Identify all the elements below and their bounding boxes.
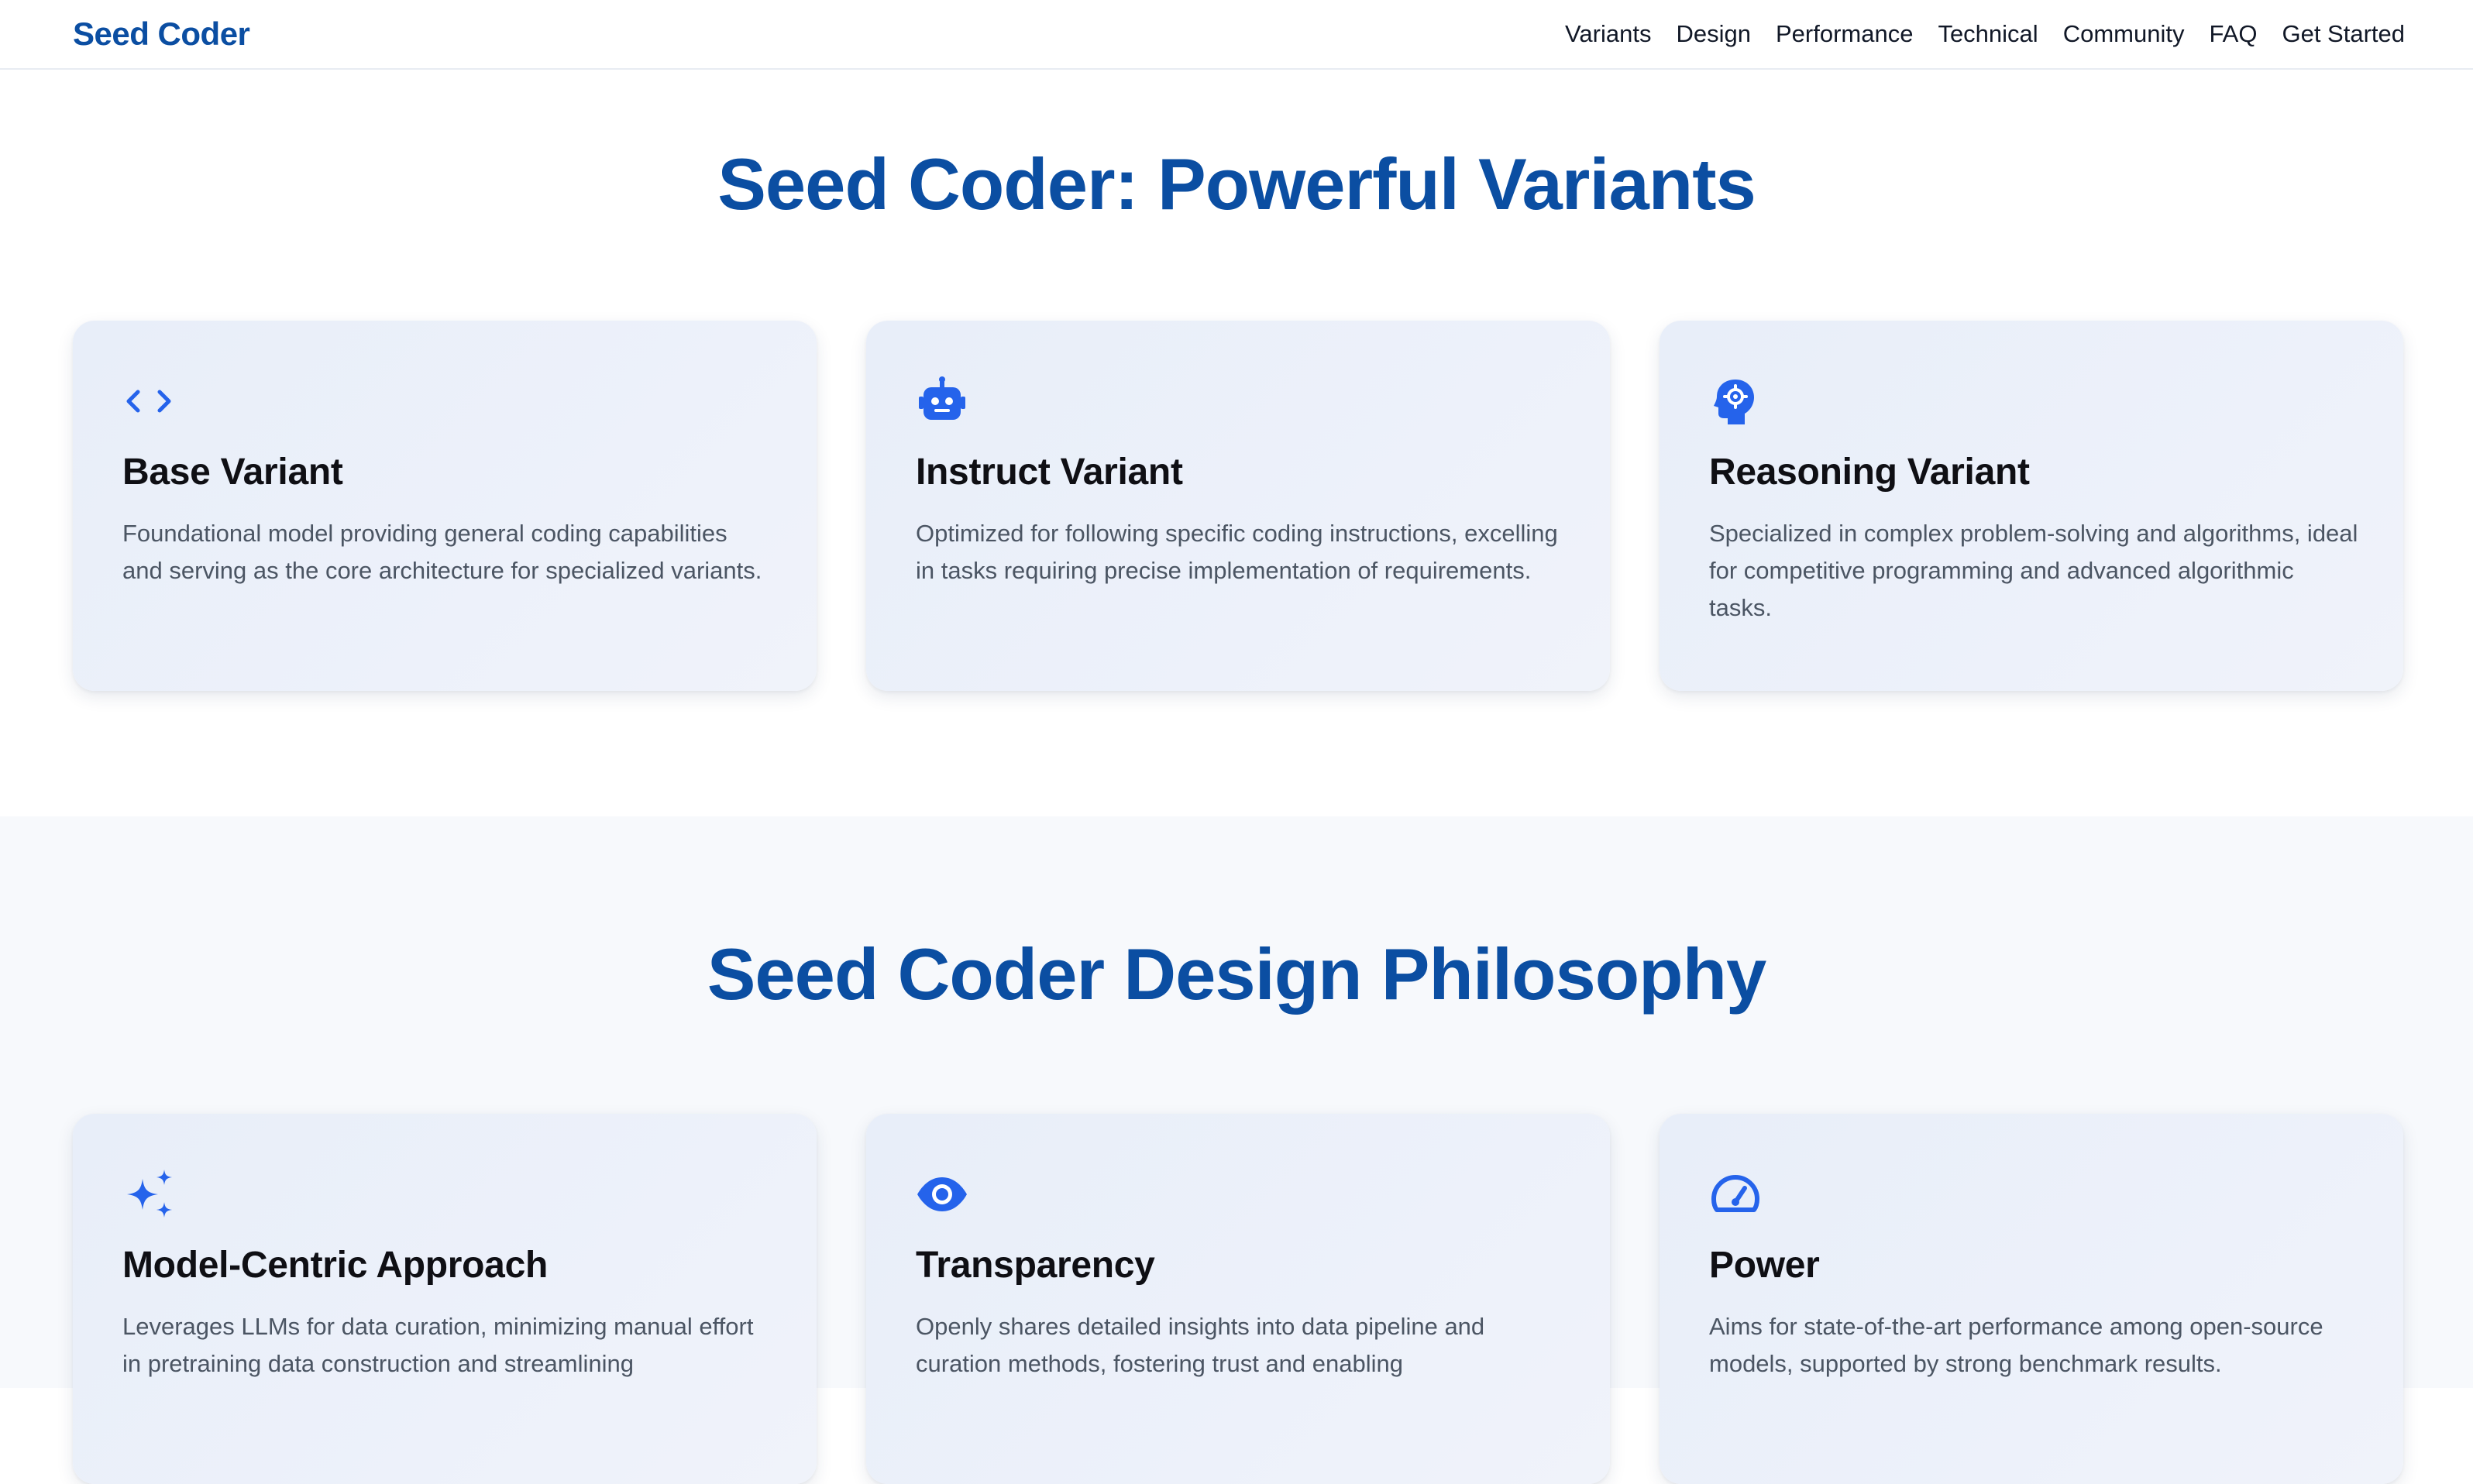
variants-section: Seed Coder: Powerful Variants Base Varia… [0,71,2473,816]
nav-link-design[interactable]: Design [1676,20,1751,48]
variant-card-reasoning: Reasoning Variant Specialized in complex… [1660,321,2403,691]
card-title: Base Variant [122,452,343,493]
variants-section-title: Seed Coder: Powerful Variants [717,143,1756,225]
design-cards: Model-Centric Approach Leverages LLMs fo… [73,1114,2405,1484]
card-title: Power [1709,1245,1820,1286]
design-card-power: Power Aims for state-of-the-art performa… [1660,1114,2403,1484]
nav-links: Variants Design Performance Technical Co… [1565,20,2405,48]
card-title: Model-Centric Approach [122,1245,548,1286]
card-description: Foundational model providing general cod… [122,520,762,584]
card-description: Openly shares detailed insights into dat… [916,1313,1485,1377]
design-section-title: Seed Coder Design Philosophy [707,933,1767,1015]
nav-link-get-started[interactable]: Get Started [2282,20,2405,48]
variant-card-instruct: Instruct Variant Optimized for following… [866,321,1610,691]
design-card-model-centric: Model-Centric Approach Leverages LLMs fo… [73,1114,817,1484]
card-description: Leverages LLMs for data curation, minimi… [122,1313,754,1377]
eye-icon [916,1168,968,1221]
nav-link-community[interactable]: Community [2063,20,2185,48]
sparkles-icon [122,1168,175,1221]
site-logo[interactable]: Seed Coder [73,15,250,53]
robot-icon [916,375,968,428]
card-title: Reasoning Variant [1709,452,2030,493]
nav-link-variants[interactable]: Variants [1565,20,1651,48]
brain-gear-icon [1709,375,1762,428]
card-title: Instruct Variant [916,452,1183,493]
card-title: Transparency [916,1245,1155,1286]
code-icon [122,375,175,428]
design-card-transparency: Transparency Openly shares detailed insi… [866,1114,1610,1484]
nav-link-performance[interactable]: Performance [1776,20,1913,48]
variants-cards: Base Variant Foundational model providin… [73,321,2405,691]
card-description: Optimized for following specific coding … [916,520,1558,584]
card-description: Aims for state-of-the-art performance am… [1709,1313,2323,1377]
nav-link-technical[interactable]: Technical [1938,20,2038,48]
design-section: Seed Coder Design Philosophy Model-Centr… [0,816,2473,1484]
nav-link-faq[interactable]: FAQ [2209,20,2257,48]
card-description: Specialized in complex problem-solving a… [1709,520,2358,621]
top-navbar: Seed Coder Variants Design Performance T… [0,0,2473,70]
variant-card-base: Base Variant Foundational model providin… [73,321,817,691]
gauge-icon [1709,1168,1762,1221]
